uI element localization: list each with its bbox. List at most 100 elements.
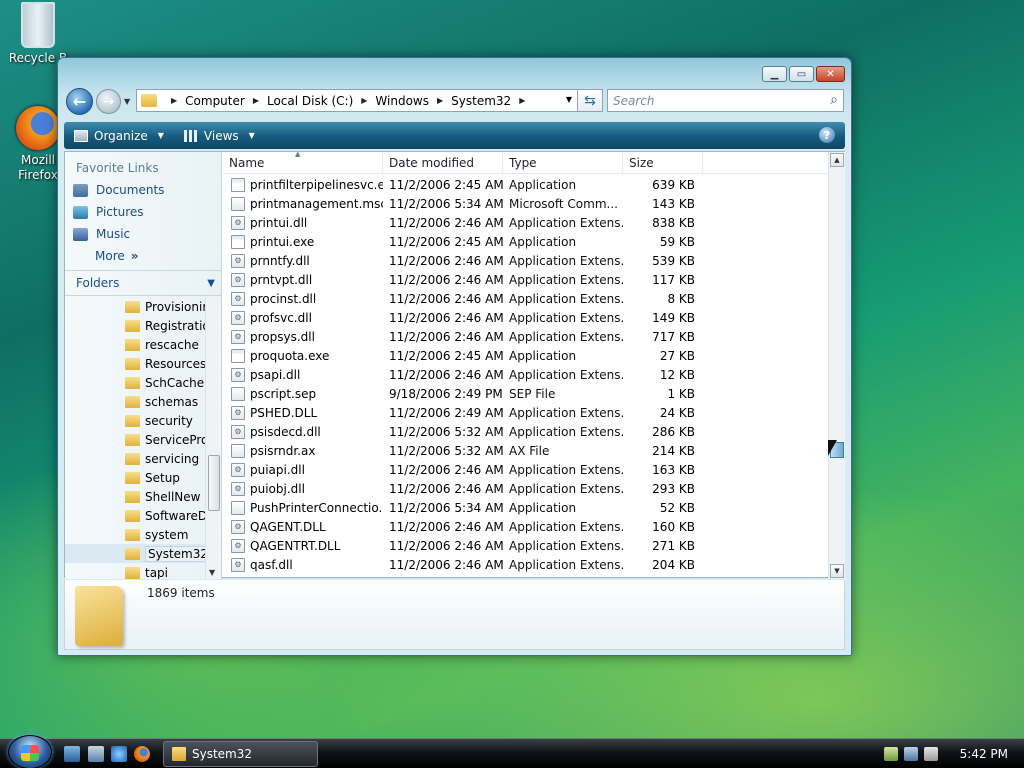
network-icon[interactable] (904, 747, 918, 761)
address-dropdown-icon[interactable]: ▼ (566, 95, 572, 104)
tree-item[interactable]: SchCache (65, 373, 205, 392)
organize-button[interactable]: Organize ▼ (64, 129, 174, 143)
taskbar-button-system32[interactable]: System32 (163, 741, 318, 767)
favorite-links-more[interactable]: More » (65, 245, 221, 267)
file-row[interactable]: ⚙ puiobj.dll 11/2/2006 2:46 AM Application … (223, 479, 827, 498)
breadcrumb-local-disk[interactable]: Local Disk (C:) (267, 94, 353, 108)
tree-item[interactable]: SoftwareDi (65, 506, 205, 525)
file-row[interactable]: ⚙ procinst.dll 11/2/2006 2:46 AM Applicatio… (223, 289, 827, 308)
refresh-button[interactable]: ⇆ (577, 89, 603, 112)
column-header-size[interactable]: Size (623, 152, 703, 174)
file-type: Application Extens... (509, 405, 623, 420)
tree-item[interactable]: Setup (65, 468, 205, 487)
favorite-link-pictures[interactable]: Pictures (65, 201, 221, 223)
tree-item[interactable]: tapi (65, 563, 205, 579)
file-row[interactable]: ⚙ QAGENT.DLL 11/2/2006 2:46 AM Application … (223, 517, 827, 536)
file-row[interactable]: ⚙ prntvpt.dll 11/2/2006 2:46 AM Application… (223, 270, 827, 289)
file-type: Application Extens... (509, 481, 623, 496)
file-name: psisdecd.dll (250, 424, 321, 439)
file-date: 11/2/2006 2:46 AM (389, 310, 503, 325)
breadcrumb-separator-icon[interactable]: ▶ (437, 96, 443, 105)
volume-muted-icon[interactable] (924, 747, 938, 761)
scroll-down-icon[interactable]: ▼ (209, 568, 215, 577)
column-header-date[interactable]: Date modified (383, 152, 503, 174)
maximize-button[interactable]: ▭ (789, 66, 814, 82)
file-size: 214 KB (652, 443, 695, 458)
back-button[interactable]: ← (66, 88, 93, 115)
tree-item[interactable]: Registratio (65, 316, 205, 335)
file-size: 838 KB (652, 215, 695, 230)
organize-icon (74, 129, 88, 142)
file-row[interactable]: ⚙ profsvc.dll 11/2/2006 2:46 AM Application… (223, 308, 827, 327)
favorite-link-documents[interactable]: Documents (65, 179, 221, 201)
breadcrumb-separator-icon[interactable]: ▶ (519, 96, 525, 105)
file-icon: ⚙ (231, 481, 245, 496)
file-type: Application Extens... (509, 329, 623, 344)
breadcrumb-computer[interactable]: Computer (185, 94, 245, 108)
file-row[interactable]: ⚙ printui.dll 11/2/2006 2:46 AM Application… (223, 213, 827, 232)
show-desktop-icon[interactable] (64, 746, 80, 762)
clock[interactable]: 5:42 PM (960, 747, 1008, 761)
file-row[interactable]: ⚙ qasf.dll 11/2/2006 2:46 AM Application Ex… (223, 555, 827, 574)
file-row[interactable]: ⚙ psisdecd.dll 11/2/2006 5:32 AM Applicatio… (223, 422, 827, 441)
file-row[interactable]: PushPrinterConnectio... 11/2/2006 5:34 AM… (223, 498, 827, 517)
minimize-button[interactable]: ▁ (762, 66, 787, 82)
switch-windows-icon[interactable] (88, 746, 104, 762)
file-name: QAGENT.DLL (250, 519, 326, 534)
tree-item[interactable]: ServiceProf (65, 430, 205, 449)
breadcrumb-separator-icon[interactable]: ▶ (171, 96, 177, 105)
file-name-cell: ⚙ qasf.dll (223, 557, 383, 572)
search-icon[interactable]: ⌕ (830, 92, 838, 108)
tree-item[interactable]: security (65, 411, 205, 430)
tree-item[interactable]: ShellNew (65, 487, 205, 506)
search-input[interactable]: Search ⌕ (607, 89, 844, 112)
folder-icon (125, 490, 140, 503)
tree-item[interactable]: Provisionir (65, 297, 205, 316)
address-bar[interactable]: ▶ Computer ▶ Local Disk (C:) ▶ Windows ▶… (136, 89, 579, 112)
breadcrumb-separator-icon[interactable]: ▶ (361, 96, 367, 105)
file-row[interactable]: ⚙ PSHED.DLL 11/2/2006 2:49 AM Application E… (223, 403, 827, 422)
column-header-name[interactable]: Name ▲ (223, 150, 383, 174)
file-row[interactable]: printui.exe 11/2/2006 2:45 AM Application 5… (223, 232, 827, 251)
folders-header[interactable]: Folders ▼ (65, 270, 222, 296)
scroll-up-icon[interactable]: ▲ (830, 153, 844, 167)
file-list-scrollbar[interactable]: ▲ ▼ (828, 152, 845, 579)
tree-item[interactable]: system (65, 525, 205, 544)
recent-pages-dropdown[interactable]: ▼ (124, 97, 130, 106)
views-icon (183, 129, 198, 142)
internet-explorer-icon[interactable] (111, 746, 127, 762)
file-row[interactable]: ⚙ psapi.dll 11/2/2006 2:46 AM Application E… (223, 365, 827, 384)
breadcrumb-windows[interactable]: Windows (375, 94, 429, 108)
help-icon[interactable]: ? (819, 127, 835, 143)
scroll-down-icon[interactable]: ▼ (830, 564, 844, 578)
file-row[interactable]: ⚙ QAGENTRT.DLL 11/2/2006 2:46 AM Applicatio… (223, 536, 827, 555)
start-button[interactable] (8, 735, 52, 768)
file-row[interactable]: ⚙ puiapi.dll 11/2/2006 2:46 AM Application … (223, 460, 827, 479)
tree-item[interactable]: schemas (65, 392, 205, 411)
file-row[interactable]: ⚙ propsys.dll 11/2/2006 2:46 AM Application… (223, 327, 827, 346)
tree-item[interactable]: Resources (65, 354, 205, 373)
breadcrumb-system32[interactable]: System32 (451, 94, 511, 108)
file-row[interactable]: proquota.exe 11/2/2006 2:45 AM Application… (223, 346, 827, 365)
column-header-type[interactable]: Type (503, 152, 623, 174)
tree-item[interactable]: servicing (65, 449, 205, 468)
firefox-icon[interactable] (134, 746, 150, 762)
file-row[interactable]: psisrndr.ax 11/2/2006 5:32 AM AX File 214 K… (223, 441, 827, 460)
file-row[interactable]: ⚙ prnntfy.dll 11/2/2006 2:46 AM Application… (223, 251, 827, 270)
forward-button[interactable]: → (96, 89, 121, 114)
tree-item[interactable]: System32 (65, 544, 205, 563)
explorer-body: Favorite Links Documents Pictures Music … (64, 150, 845, 579)
tree-item[interactable]: rescache (65, 335, 205, 354)
file-row[interactable]: printfilterpipelinesvc.exe 11/2/2006 2:45… (223, 175, 827, 194)
scrollbar-thumb[interactable] (208, 455, 220, 511)
folder-tree-scrollbar[interactable]: ▼ (205, 297, 221, 579)
file-row[interactable]: pscript.sep 9/18/2006 2:49 PM SEP File 1 KB (223, 384, 827, 403)
views-button[interactable]: Views ▼ (174, 129, 265, 143)
favorite-link-music[interactable]: Music (65, 223, 221, 245)
file-row[interactable]: printmanagement.msc 11/2/2006 5:34 AM Micr… (223, 194, 827, 213)
file-date: 11/2/2006 5:32 AM (389, 424, 503, 439)
tree-item-label: Provisionir (145, 299, 205, 314)
breadcrumb-separator-icon[interactable]: ▶ (253, 96, 259, 105)
close-button[interactable]: ✕ (816, 66, 845, 82)
safely-remove-icon[interactable] (884, 747, 898, 761)
